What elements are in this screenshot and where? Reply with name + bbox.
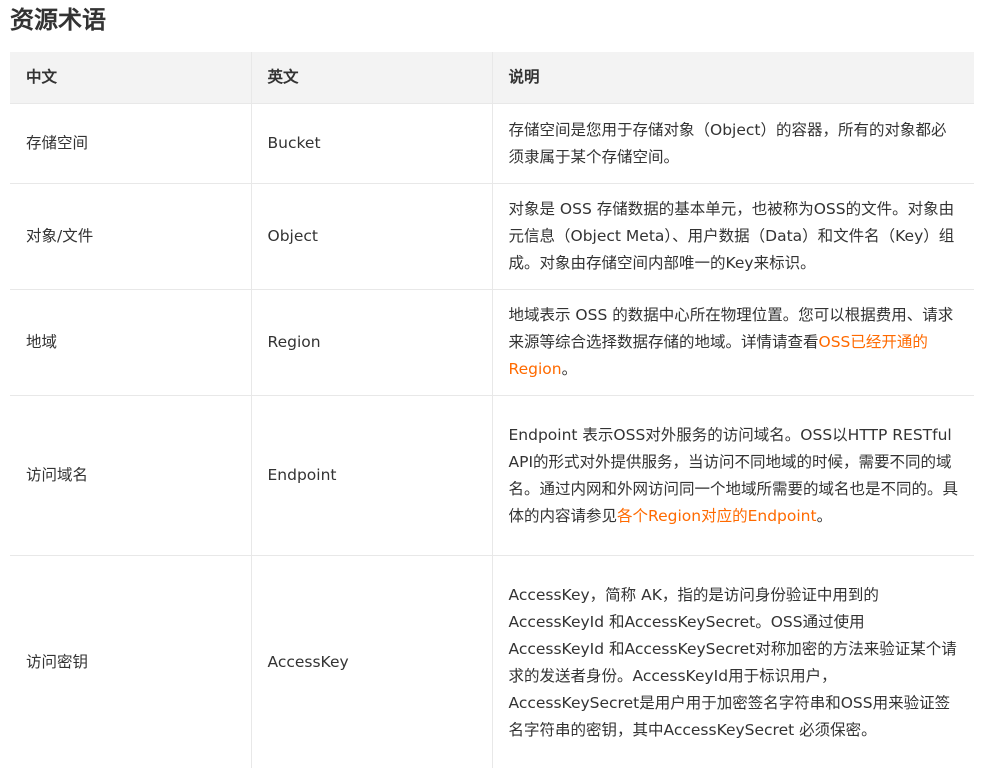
term-english: Endpoint (250, 395, 492, 556)
table-header-row: 中文 英文 说明 (10, 52, 974, 104)
term-description: 存储空间是您用于存储对象（Object）的容器，所有的对象都必须隶属于某个存储空… (491, 103, 974, 184)
term-chinese: 访问密钥 (10, 555, 251, 768)
table-row: 访问域名 Endpoint Endpoint 表示OSS对外服务的访问域名。OS… (10, 395, 974, 556)
table-row: 地域 Region 地域表示 OSS 的数据中心所在物理位置。您可以根据费用、请… (10, 289, 974, 396)
term-english: AccessKey (250, 555, 492, 768)
term-description: 地域表示 OSS 的数据中心所在物理位置。您可以根据费用、请求来源等综合选择数据… (491, 289, 974, 396)
column-header-description: 说明 (491, 52, 974, 104)
term-english: Region (250, 289, 492, 396)
term-english: Bucket (250, 103, 492, 184)
table-row: 对象/文件 Object 对象是 OSS 存储数据的基本单元，也被称为OSS的文… (10, 183, 974, 290)
term-description: 对象是 OSS 存储数据的基本单元，也被称为OSS的文件。对象由元信息（Obje… (491, 183, 974, 290)
endpoint-list-link[interactable]: 各个Region对应的Endpoint (617, 507, 817, 525)
table-row: 存储空间 Bucket 存储空间是您用于存储对象（Object）的容器，所有的对… (10, 103, 974, 184)
term-chinese: 对象/文件 (10, 183, 251, 290)
table-row: 访问密钥 AccessKey AccessKey，简称 AK，指的是访问身份验证… (10, 555, 974, 768)
resource-terms-table: 中文 英文 说明 存储空间 Bucket 存储空间是您用于存储对象（Object… (10, 52, 974, 768)
column-header-english: 英文 (250, 52, 492, 104)
term-chinese: 地域 (10, 289, 251, 396)
term-description: Endpoint 表示OSS对外服务的访问域名。OSS以HTTP RESTful… (491, 395, 974, 556)
term-english: Object (250, 183, 492, 290)
term-description: AccessKey，简称 AK，指的是访问身份验证中用到的AccessKeyId… (491, 555, 974, 768)
description-suffix: 。 (816, 506, 833, 525)
description-suffix: 。 (561, 360, 578, 378)
page-title: 资源术语 (10, 6, 106, 34)
column-header-chinese: 中文 (10, 52, 251, 104)
term-chinese: 访问域名 (10, 395, 251, 556)
term-chinese: 存储空间 (10, 103, 251, 184)
